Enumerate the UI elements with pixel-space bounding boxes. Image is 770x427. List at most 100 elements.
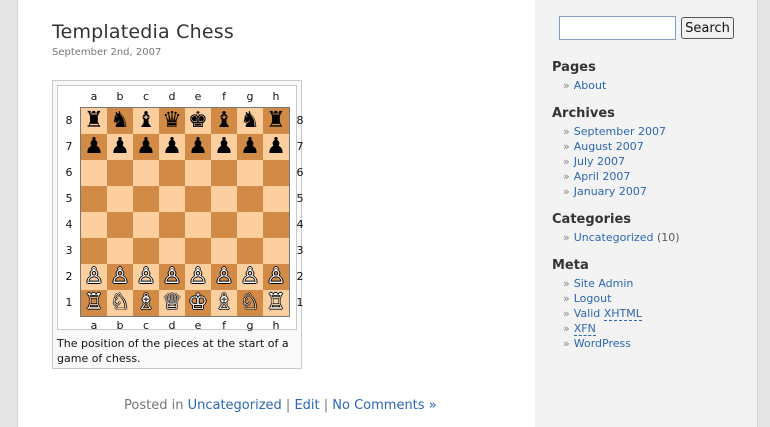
board-square-a4 (81, 212, 107, 238)
list-item: » Logout (563, 292, 612, 305)
chess-piece-f8: ♝ (214, 108, 234, 133)
chess-piece-b2: ♙ (110, 264, 130, 289)
board-square-b8: ♞ (107, 108, 133, 134)
rank-label-5: 5 (296, 192, 304, 205)
chess-piece-h2: ♙ (266, 264, 286, 289)
board-square-a1: ♖ (81, 290, 107, 316)
chess-piece-g1: ♘ (240, 290, 260, 315)
file-label-d: d (168, 90, 176, 103)
board-square-d4 (159, 212, 185, 238)
file-label-c: c (142, 90, 150, 103)
rank-label-5: 5 (65, 192, 73, 205)
chess-piece-f7: ♟ (214, 134, 234, 159)
file-label-e: e (194, 90, 202, 103)
board-square-b6 (107, 160, 133, 186)
category-link[interactable]: Uncategorized (188, 398, 282, 413)
board-square-g4 (237, 212, 263, 238)
site-admin-link[interactable]: Site Admin (574, 277, 634, 290)
rank-label-3: 3 (296, 244, 304, 257)
file-label-f: f (222, 319, 226, 332)
board-square-e5 (185, 186, 211, 212)
file-label-b: b (116, 90, 124, 103)
board-square-a7: ♟ (81, 134, 107, 160)
chess-piece-a7: ♟ (84, 134, 104, 159)
page-link-about[interactable]: About (574, 79, 607, 92)
board-square-e8: ♚ (185, 108, 211, 134)
meta-heading: Meta (552, 258, 589, 273)
rank-label-7: 7 (296, 140, 304, 153)
search-button[interactable]: Search (681, 17, 734, 39)
category-link-uncategorized[interactable]: Uncategorized (574, 231, 654, 244)
rank-label-3: 3 (65, 244, 73, 257)
board-square-h6 (263, 160, 289, 186)
post-meta: Posted in Uncategorized | Edit | No Comm… (124, 398, 437, 413)
board-square-g5 (237, 186, 263, 212)
chess-piece-b8: ♞ (110, 108, 130, 133)
board-square-c8: ♝ (133, 108, 159, 134)
board-square-h5 (263, 186, 289, 212)
pages-heading: Pages (552, 60, 596, 75)
board-square-f7: ♟ (211, 134, 237, 160)
list-item: » Valid XHTML (563, 307, 642, 321)
board-square-h1: ♖ (263, 290, 289, 316)
list-item: » August 2007 (563, 140, 644, 153)
board-square-h8: ♜ (263, 108, 289, 134)
post-title[interactable]: Templatedia Chess (52, 21, 234, 43)
rank-label-4: 4 (65, 218, 73, 231)
board-square-h4 (263, 212, 289, 238)
xfn-link[interactable]: XFN (573, 322, 596, 336)
comments-link[interactable]: No Comments » (332, 398, 436, 413)
board-square-c2: ♙ (133, 264, 159, 290)
archive-link[interactable]: January 2007 (574, 185, 647, 198)
board-square-b5 (107, 186, 133, 212)
board-square-f6 (211, 160, 237, 186)
chess-piece-d7: ♟ (162, 134, 182, 159)
board-square-h2: ♙ (263, 264, 289, 290)
file-label-e: e (194, 319, 202, 332)
archive-link[interactable]: August 2007 (574, 140, 644, 153)
search-input[interactable] (559, 16, 676, 40)
file-label-c: c (142, 319, 150, 332)
meta-separator: | (319, 398, 333, 413)
chess-piece-e7: ♟ (188, 134, 208, 159)
file-label-b: b (116, 319, 124, 332)
board-square-c3 (133, 238, 159, 264)
archive-link[interactable]: April 2007 (574, 170, 631, 183)
board-square-g2: ♙ (237, 264, 263, 290)
board-square-d6 (159, 160, 185, 186)
xhtml-abbr: XHTML (603, 307, 642, 321)
rank-label-8: 8 (65, 114, 73, 127)
edit-link[interactable]: Edit (294, 398, 319, 413)
rank-label-7: 7 (65, 140, 73, 153)
wordpress-link[interactable]: WordPress (574, 337, 631, 350)
meta-separator: | (281, 398, 295, 413)
board-square-g8: ♞ (237, 108, 263, 134)
file-label-d: d (168, 319, 176, 332)
chess-piece-c7: ♟ (136, 134, 156, 159)
logout-link[interactable]: Logout (574, 292, 612, 305)
board-square-d1: ♕ (159, 290, 185, 316)
rank-label-8: 8 (296, 114, 304, 127)
chess-piece-e1: ♔ (188, 290, 208, 315)
archives-heading: Archives (552, 106, 615, 121)
archive-link[interactable]: September 2007 (574, 125, 666, 138)
board-square-g7: ♟ (237, 134, 263, 160)
rank-label-4: 4 (296, 218, 304, 231)
chess-piece-g7: ♟ (240, 134, 260, 159)
chess-piece-c8: ♝ (136, 108, 156, 133)
categories-list: » Uncategorized (10) (563, 230, 680, 245)
list-item: » July 2007 (563, 155, 626, 168)
valid-label: Valid (573, 307, 601, 320)
board-square-c7: ♟ (133, 134, 159, 160)
valid-xhtml-link[interactable]: Valid XHTML (574, 307, 642, 321)
board-square-a5 (81, 186, 107, 212)
chess-piece-d1: ♕ (162, 290, 182, 315)
chess-piece-a1: ♖ (84, 290, 104, 315)
board-square-d3 (159, 238, 185, 264)
chess-piece-d2: ♙ (162, 264, 182, 289)
archive-link[interactable]: July 2007 (574, 155, 625, 168)
board-square-a8: ♜ (81, 108, 107, 134)
chess-piece-e2: ♙ (188, 264, 208, 289)
xfn-abbr: XFN (573, 322, 596, 336)
file-label-f: f (222, 90, 226, 103)
